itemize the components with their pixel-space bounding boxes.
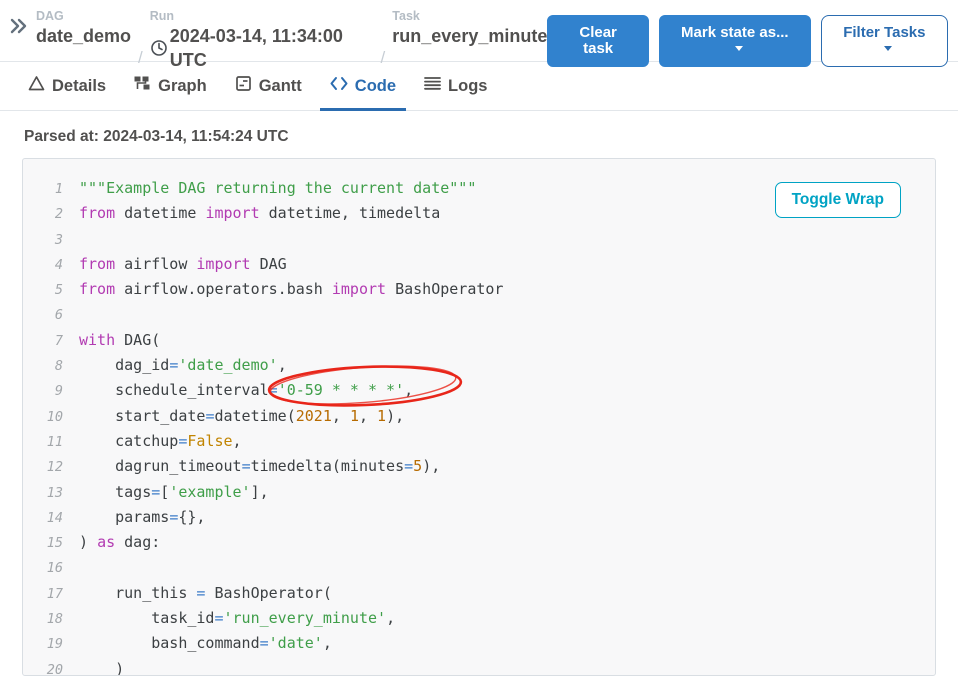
header-actions: Clear task Mark state as... Filter Tasks xyxy=(547,9,948,67)
line-number: 12 xyxy=(23,455,63,479)
code-line: 6 xyxy=(23,302,935,327)
code-line: 8 dag_id='date_demo', xyxy=(23,353,935,378)
code-line: 17 run_this = BashOperator( xyxy=(23,581,935,606)
breadcrumb-dag-value: date_demo xyxy=(36,24,131,48)
line-number: 15 xyxy=(23,531,63,555)
line-number: 18 xyxy=(23,607,63,631)
header: DAG date_demo / Run 2024-03-14, 11:34:00… xyxy=(0,0,958,62)
line-number: 8 xyxy=(23,354,63,378)
line-number: 2 xyxy=(23,202,63,226)
line-number: 7 xyxy=(23,329,63,353)
gantt-icon xyxy=(235,75,252,97)
code-line: 11 catchup=False, xyxy=(23,429,935,454)
clear-task-button[interactable]: Clear task xyxy=(547,15,649,67)
code-line: 9 schedule_interval='0-59 * * * *', xyxy=(23,378,935,403)
line-number: 1 xyxy=(23,177,63,201)
code-line: 14 params={}, xyxy=(23,505,935,530)
filter-tasks-button[interactable]: Filter Tasks xyxy=(821,15,948,67)
line-number: 16 xyxy=(23,556,63,580)
line-number: 20 xyxy=(23,658,63,676)
graph-icon xyxy=(134,75,151,97)
breadcrumb-task: Task run_every_minute xyxy=(392,9,547,48)
tab-logs[interactable]: Logs xyxy=(414,62,497,111)
line-number: 11 xyxy=(23,430,63,454)
warning-triangle-icon xyxy=(28,75,45,97)
code-line: 19 bash_command='date', xyxy=(23,631,935,656)
code-line: 15) as dag: xyxy=(23,530,935,555)
code-line: 10 start_date=datetime(2021, 1, 1), xyxy=(23,404,935,429)
parsed-at-text: Parsed at: 2024-03-14, 11:54:24 UTC xyxy=(0,111,958,158)
code-lines: 1"""Example DAG returning the current da… xyxy=(23,159,935,676)
airflow-task-instance-page: DAG date_demo / Run 2024-03-14, 11:34:00… xyxy=(0,0,958,688)
code-line: 5from airflow.operators.bash import Bash… xyxy=(23,277,935,302)
code-line: 7with DAG( xyxy=(23,328,935,353)
tab-bar: Details Graph Gantt xyxy=(0,62,958,111)
breadcrumb-run-label: Run xyxy=(150,9,374,24)
code-line: 3 xyxy=(23,227,935,252)
code-icon xyxy=(330,76,348,96)
code-line: 20 ) xyxy=(23,657,935,676)
line-number: 17 xyxy=(23,582,63,606)
caret-down-icon xyxy=(735,46,743,51)
line-number: 6 xyxy=(23,303,63,327)
line-number: 13 xyxy=(23,481,63,505)
tab-code[interactable]: Code xyxy=(320,62,406,111)
caret-down-icon xyxy=(884,46,892,51)
line-number: 5 xyxy=(23,278,63,302)
breadcrumb-dag-label: DAG xyxy=(36,9,131,24)
breadcrumb-task-value: run_every_minute xyxy=(392,24,547,48)
code-line: 4from airflow import DAG xyxy=(23,252,935,277)
tab-gantt[interactable]: Gantt xyxy=(225,62,312,111)
line-number: 14 xyxy=(23,506,63,530)
code-line: 13 tags=['example'], xyxy=(23,480,935,505)
line-number: 10 xyxy=(23,405,63,429)
mark-state-as-button[interactable]: Mark state as... xyxy=(659,15,811,67)
clock-icon xyxy=(150,39,168,57)
breadcrumb-task-label: Task xyxy=(392,9,547,24)
code-line: 12 dagrun_timeout=timedelta(minutes=5), xyxy=(23,454,935,479)
line-number: 9 xyxy=(23,379,63,403)
code-line: 16 xyxy=(23,555,935,580)
tab-details[interactable]: Details xyxy=(18,62,116,111)
toggle-wrap-button[interactable]: Toggle Wrap xyxy=(775,182,901,218)
double-chevron-right-icon[interactable] xyxy=(8,16,28,36)
line-number: 4 xyxy=(23,253,63,277)
code-view: 1"""Example DAG returning the current da… xyxy=(22,158,936,676)
breadcrumb-dag: DAG date_demo xyxy=(36,9,131,48)
code-line: 18 task_id='run_every_minute', xyxy=(23,606,935,631)
tab-graph[interactable]: Graph xyxy=(124,62,217,111)
logs-icon xyxy=(424,76,441,96)
line-number: 3 xyxy=(23,228,63,252)
line-number: 19 xyxy=(23,632,63,656)
